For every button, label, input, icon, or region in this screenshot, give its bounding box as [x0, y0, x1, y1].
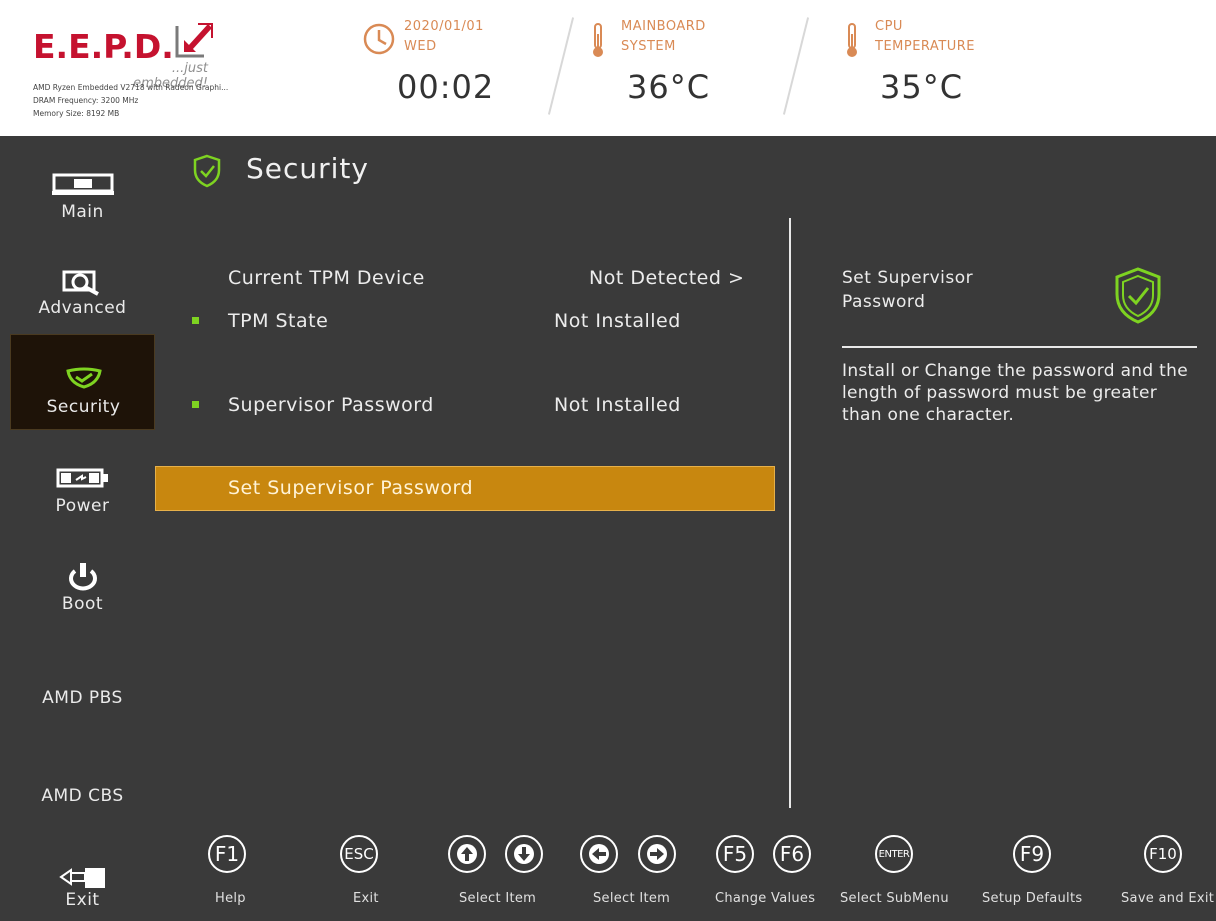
- sidebar-item-main[interactable]: Main: [10, 150, 155, 246]
- cpu-sublabel: TEMPERATURE: [875, 39, 976, 54]
- enter-key-icon[interactable]: ENTER: [875, 835, 913, 873]
- mainboard-sublabel: SYSTEM: [621, 39, 676, 54]
- sidebar-item-label: Power: [55, 496, 110, 516]
- time-text: 00:02: [397, 68, 495, 106]
- setting-label-current-tpm-device: Current TPM Device: [228, 267, 425, 289]
- f6-key-icon[interactable]: F6: [773, 835, 811, 873]
- f5-key-icon[interactable]: F5: [716, 835, 754, 873]
- setting-label-supervisor-password: Supervisor Password: [228, 394, 434, 416]
- down-arrow-icon[interactable]: [505, 835, 543, 873]
- sidebar-item-security[interactable]: Security: [10, 334, 155, 430]
- sidebar-item-amd-pbs[interactable]: AMD PBS: [10, 636, 155, 732]
- sidebar-nav: Main Advanced Security Power Boot AMD PB…: [0, 136, 158, 921]
- sidebar-item-label: Advanced: [38, 298, 127, 318]
- sidebar-item-advanced[interactable]: Advanced: [10, 246, 155, 342]
- monitor-icon: [10, 170, 155, 200]
- right-arrow-icon[interactable]: [638, 835, 676, 873]
- date-text: 2020/01/01: [404, 19, 484, 34]
- sidebar-item-exit[interactable]: Exit: [10, 822, 155, 918]
- select-item-key-label: Select Item: [593, 891, 671, 906]
- status-bullet: [192, 317, 199, 324]
- f10-key-icon[interactable]: F10: [1144, 835, 1182, 873]
- exit-plug-icon: [10, 862, 155, 892]
- select-submenu-key-label: Select SubMenu: [840, 891, 949, 906]
- header-divider: [547, 17, 575, 115]
- dram-frequency-text: DRAM Frequency: 3200 MHz: [33, 96, 139, 105]
- brand-logo-icon: [175, 23, 213, 58]
- cpu-temperature: 35°C: [880, 68, 964, 106]
- sidebar-item-label: Main: [61, 202, 104, 222]
- exit-key-label: Exit: [353, 891, 379, 906]
- shield-icon: [11, 365, 156, 391]
- sidebar-item-boot[interactable]: Boot: [10, 538, 155, 634]
- cpu-model-text: AMD Ryzen Embedded V2718 with Radeon Gra…: [33, 83, 229, 92]
- weekday-text: WED: [404, 39, 437, 54]
- page-title: Security: [246, 152, 369, 185]
- sidebar-item-amd-cbs[interactable]: AMD CBS: [10, 734, 155, 830]
- f1-key-icon[interactable]: F1: [208, 835, 246, 873]
- battery-icon: [10, 466, 155, 490]
- setting-value-tpm-state: Not Installed: [554, 310, 681, 332]
- help-title: Set Supervisor Password: [842, 268, 974, 312]
- memory-size-text: Memory Size: 8192 MB: [33, 109, 120, 118]
- change-values-key-label: Change Values: [715, 891, 816, 906]
- sidebar-item-label: AMD PBS: [42, 688, 123, 708]
- header-bar: E.E.P.D. ...just embedded! AMD Ryzen Emb…: [0, 0, 1216, 136]
- status-bullet: [192, 401, 199, 408]
- sidebar-item-label: AMD CBS: [41, 786, 124, 806]
- set-supervisor-password-item[interactable]: Set Supervisor Password: [155, 466, 775, 511]
- select-item-key-label: Select Item: [459, 891, 537, 906]
- setting-value-supervisor-password: Not Installed: [554, 394, 681, 416]
- help-divider: [842, 346, 1197, 348]
- f9-key-icon[interactable]: F9: [1013, 835, 1051, 873]
- shield-icon: [193, 154, 221, 188]
- thermometer-icon: [593, 23, 603, 57]
- sidebar-item-label: Security: [46, 397, 121, 417]
- setting-value-current-tpm-device[interactable]: Not Detected >: [589, 267, 744, 289]
- sidebar-item-label: Exit: [65, 890, 100, 910]
- header-divider: [782, 17, 810, 115]
- magnifier-doc-icon: [10, 268, 155, 298]
- shield-check-icon: [1115, 267, 1161, 324]
- power-icon: [10, 562, 155, 592]
- setup-defaults-key-label: Setup Defaults: [982, 891, 1083, 906]
- mainboard-label: MAINBOARD: [621, 19, 706, 34]
- panel-divider: [789, 218, 791, 808]
- setting-label-tpm-state: TPM State: [228, 310, 329, 332]
- left-arrow-icon[interactable]: [580, 835, 618, 873]
- sidebar-item-power[interactable]: Power: [10, 442, 155, 538]
- help-key-label: Help: [215, 891, 246, 906]
- clock-icon: [363, 23, 395, 55]
- menu-item-label: Set Supervisor Password: [228, 477, 474, 499]
- thermometer-icon: [847, 23, 857, 57]
- save-and-exit-key-label: Save and Exit: [1121, 891, 1215, 906]
- help-description: Install or Change the password and the l…: [842, 361, 1188, 425]
- up-arrow-icon[interactable]: [448, 835, 486, 873]
- sidebar-item-label: Boot: [61, 594, 104, 614]
- esc-key-icon[interactable]: ESC: [340, 835, 378, 873]
- mainboard-temperature: 36°C: [627, 68, 711, 106]
- cpu-label: CPU: [875, 19, 903, 34]
